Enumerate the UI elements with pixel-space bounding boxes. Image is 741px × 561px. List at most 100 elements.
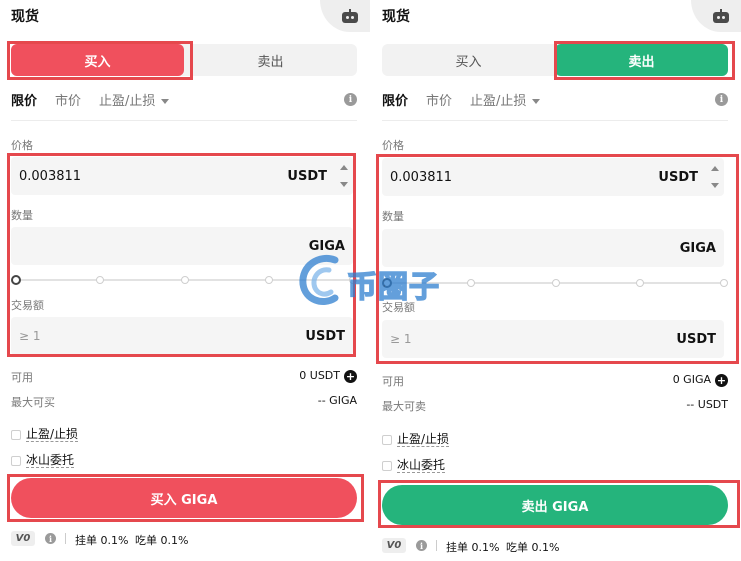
stepper-up-icon[interactable] xyxy=(711,166,719,171)
iceberg-checkbox-label: 冰山委托 xyxy=(397,458,446,473)
stepper-down-icon[interactable] xyxy=(711,183,719,188)
info-icon[interactable]: i xyxy=(715,93,728,106)
stepper-down-icon[interactable] xyxy=(340,182,348,187)
tab-sell[interactable]: 卖出 xyxy=(184,44,357,76)
divider xyxy=(382,120,728,121)
order-type-tabs: 限价 市价 止盈/止损 i xyxy=(382,90,728,112)
tab-sell[interactable]: 卖出 xyxy=(555,44,728,76)
max-sell-row: 最大可卖 -- USDT xyxy=(382,398,728,414)
panel-title: 现货 xyxy=(382,9,410,25)
amount-label: 数量 xyxy=(382,210,404,223)
fee-row: V0 i 挂单 0.1% 吃单 0.1% xyxy=(11,531,357,547)
tpsl-checkbox[interactable]: 止盈/止损 xyxy=(11,425,79,442)
total-input[interactable]: ≥ 1 USDT xyxy=(11,317,353,355)
available-row: 可用 0 USDT + xyxy=(11,369,357,385)
max-buy-value: -- GIGA xyxy=(317,394,357,407)
max-buy-label: 最大可买 xyxy=(11,396,55,409)
info-icon[interactable]: i xyxy=(45,533,56,544)
slider-mark-50[interactable] xyxy=(552,279,560,287)
panel-header: 现货 xyxy=(371,0,741,32)
order-type-market[interactable]: 市价 xyxy=(55,90,81,109)
divider xyxy=(65,533,66,544)
total-label: 交易额 xyxy=(11,299,44,312)
info-icon[interactable]: i xyxy=(344,93,357,106)
max-sell-value: -- USDT xyxy=(686,398,728,411)
maker-fee: 挂单 0.1% xyxy=(446,541,500,554)
tab-buy[interactable]: 买入 xyxy=(382,44,555,76)
price-value: 0.003811 xyxy=(390,170,453,185)
stepper-up-icon[interactable] xyxy=(340,165,348,170)
slider-mark-100[interactable] xyxy=(720,279,728,287)
price-input[interactable]: 0.003811 USDT xyxy=(382,158,724,196)
sell-submit-button[interactable]: 卖出 GIGA xyxy=(382,485,728,525)
checkbox-icon[interactable] xyxy=(382,460,392,471)
iceberg-checkbox[interactable]: 冰山委托 xyxy=(11,451,75,468)
available-value-wrap: 0 USDT + xyxy=(299,369,357,383)
total-input[interactable]: ≥ 1 USDT xyxy=(382,320,724,358)
order-type-tpsl[interactable]: 止盈/止损 xyxy=(470,90,541,109)
checkbox-icon[interactable] xyxy=(11,429,21,440)
side-tabs: 买入 卖出 xyxy=(11,44,357,76)
maker-fee: 挂单 0.1% xyxy=(75,534,129,547)
available-row: 可用 0 GIGA + xyxy=(382,373,728,389)
watermark-logo-icon xyxy=(299,255,339,305)
slider-mark-50[interactable] xyxy=(181,276,189,284)
price-input[interactable]: 0.003811 USDT xyxy=(11,157,353,195)
caret-down-icon xyxy=(161,99,170,104)
total-unit: USDT xyxy=(305,329,345,344)
tab-buy[interactable]: 买入 xyxy=(11,44,184,76)
divider xyxy=(11,120,357,121)
iceberg-checkbox-label: 冰山委托 xyxy=(26,453,75,468)
price-unit: USDT xyxy=(658,170,698,185)
iceberg-checkbox[interactable]: 冰山委托 xyxy=(382,456,446,473)
order-type-tpsl[interactable]: 止盈/止损 xyxy=(99,90,170,109)
order-type-limit[interactable]: 限价 xyxy=(382,90,408,109)
tpsl-checkbox-label: 止盈/止损 xyxy=(397,432,450,447)
slider-mark-25[interactable] xyxy=(467,279,475,287)
vip-badge: V0 xyxy=(382,538,406,553)
bot-button[interactable] xyxy=(320,0,370,32)
taker-fee: 吃单 0.1% xyxy=(506,541,560,554)
price-stepper[interactable] xyxy=(335,157,353,195)
order-type-market[interactable]: 市价 xyxy=(426,90,452,109)
panel-title: 现货 xyxy=(11,9,39,25)
bot-button[interactable] xyxy=(691,0,741,32)
robot-icon xyxy=(713,9,729,23)
available-label: 可用 xyxy=(11,371,33,384)
order-type-tabs: 限价 市价 止盈/止损 i xyxy=(11,90,357,112)
plus-circle-icon[interactable]: + xyxy=(715,373,728,387)
price-label: 价格 xyxy=(11,139,33,152)
checkbox-icon[interactable] xyxy=(382,434,392,445)
side-tabs: 买入 卖出 xyxy=(382,44,728,76)
caret-down-icon xyxy=(532,99,541,104)
vip-badge: V0 xyxy=(11,531,35,546)
order-type-tpsl-label: 止盈/止损 xyxy=(470,94,527,109)
total-unit: USDT xyxy=(676,332,716,347)
fee-row: V0 i 挂单 0.1% 吃单 0.1% xyxy=(382,538,728,554)
price-value: 0.003811 xyxy=(19,169,82,184)
available-value-wrap: 0 GIGA + xyxy=(673,373,728,387)
price-label: 价格 xyxy=(382,139,404,152)
total-placeholder: ≥ 1 xyxy=(19,329,41,343)
slider-mark-75[interactable] xyxy=(265,276,273,284)
taker-fee: 吃单 0.1% xyxy=(135,534,189,547)
slider-knob[interactable] xyxy=(11,275,21,285)
buy-submit-button[interactable]: 买入 GIGA xyxy=(11,478,357,518)
price-stepper[interactable] xyxy=(706,158,724,196)
plus-circle-icon[interactable]: + xyxy=(344,369,357,383)
amount-unit: GIGA xyxy=(679,241,716,256)
total-placeholder: ≥ 1 xyxy=(390,332,412,346)
tpsl-checkbox[interactable]: 止盈/止损 xyxy=(382,430,450,447)
available-label: 可用 xyxy=(382,375,404,388)
info-icon[interactable]: i xyxy=(416,540,427,551)
slider-mark-75[interactable] xyxy=(636,279,644,287)
watermark-text: 币圈子 xyxy=(346,269,440,306)
slider-mark-25[interactable] xyxy=(96,276,104,284)
panel-header: 现货 xyxy=(0,0,370,32)
tpsl-checkbox-label: 止盈/止损 xyxy=(26,427,79,442)
price-unit: USDT xyxy=(287,169,327,184)
order-type-limit[interactable]: 限价 xyxy=(11,90,37,109)
watermark: 币圈子 xyxy=(295,252,455,312)
available-value: 0 USDT xyxy=(299,369,340,382)
checkbox-icon[interactable] xyxy=(11,455,21,466)
